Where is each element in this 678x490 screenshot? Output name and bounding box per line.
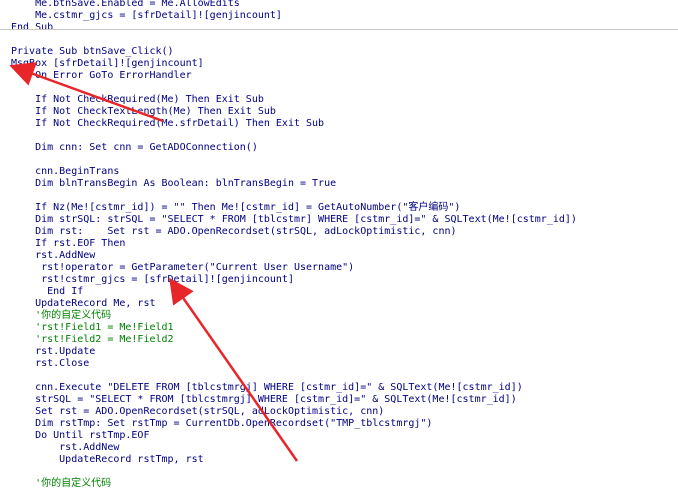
arrow-to-msgbox-icon bbox=[9, 62, 164, 123]
annotation-overlay bbox=[9, 62, 299, 462]
arrow-to-cstmr-gjcs-icon bbox=[169, 277, 299, 462]
